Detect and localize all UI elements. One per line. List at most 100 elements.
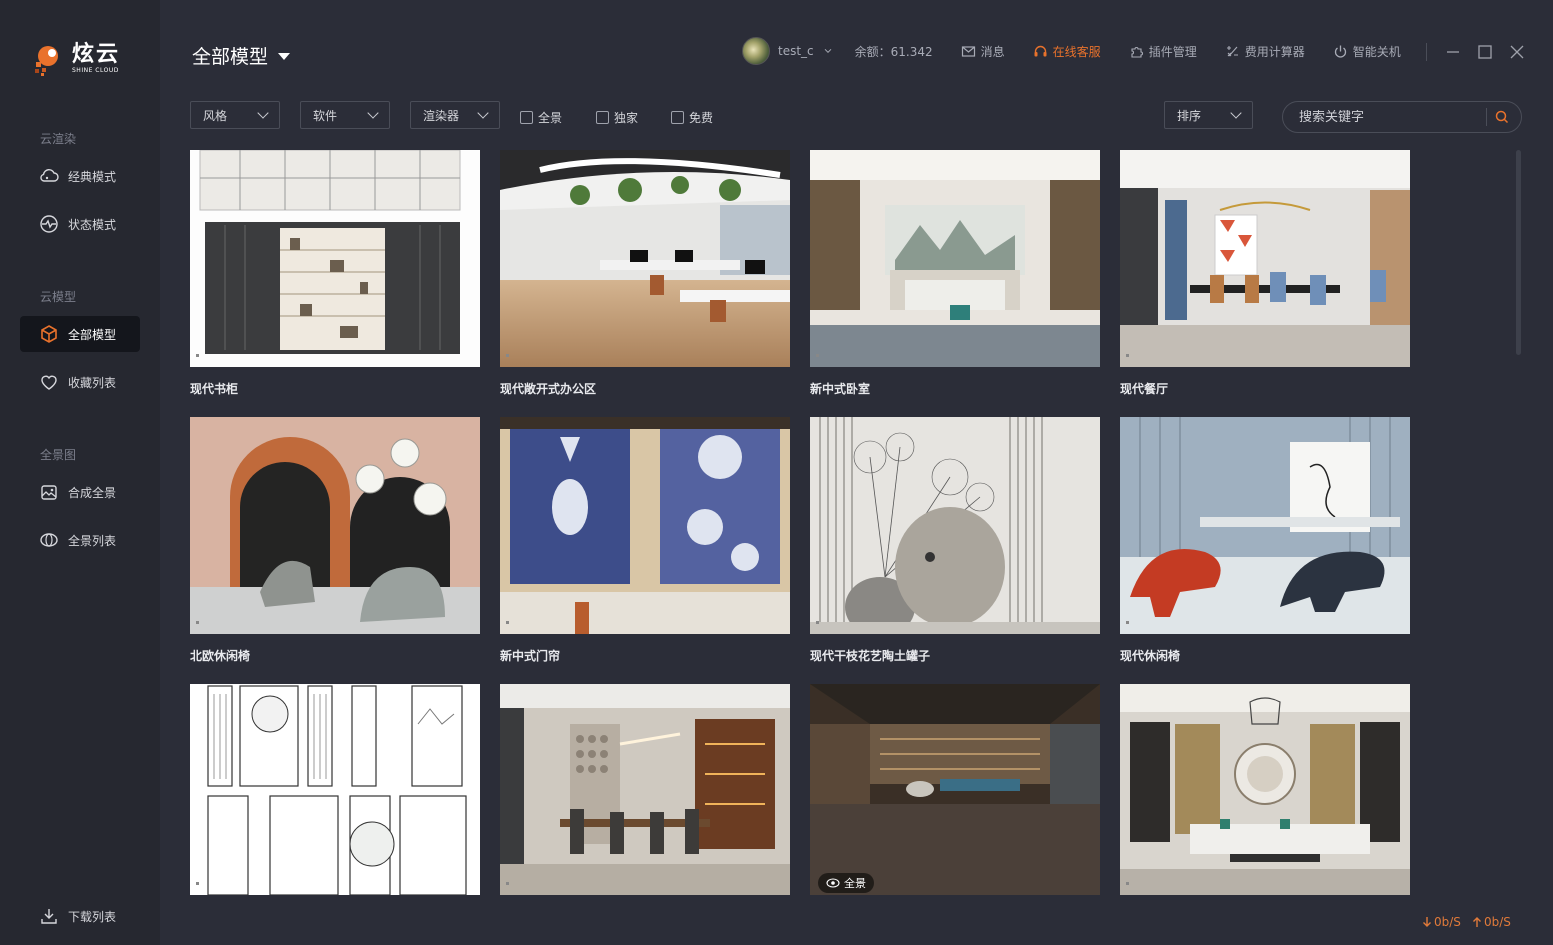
- online-support-button[interactable]: 在线客服: [1033, 43, 1101, 60]
- chevron-down-icon: [1230, 107, 1242, 119]
- logo: 炫云 SHINE CLOUD: [32, 40, 120, 78]
- chevron-down-icon: [367, 107, 379, 119]
- model-thumbnail[interactable]: [190, 684, 480, 895]
- username-dropdown[interactable]: test_c: [778, 44, 833, 58]
- model-thumbnail[interactable]: [810, 150, 1100, 367]
- cost-calculator-button[interactable]: 费用计算器: [1225, 43, 1305, 60]
- search-box: [1282, 101, 1522, 133]
- model-card[interactable]: 全景: [810, 684, 1100, 895]
- renderer-filter-dropdown[interactable]: 渲染器: [410, 101, 500, 129]
- model-thumbnail[interactable]: [190, 417, 480, 634]
- section-title-panorama: 全景图: [40, 448, 77, 462]
- sidebar-item-label: 收藏列表: [68, 375, 117, 390]
- plugins-label: 插件管理: [1148, 44, 1197, 59]
- download-speed-value: 0b/S: [1434, 915, 1461, 929]
- divider: [1426, 43, 1427, 61]
- model-card[interactable]: [1120, 684, 1410, 895]
- software-filter-dropdown[interactable]: 软件: [300, 101, 390, 129]
- thumbnail-marker: [506, 621, 509, 624]
- panorama-checkbox-label: 全景: [538, 111, 563, 125]
- model-card[interactable]: 新中式门帘: [500, 417, 790, 664]
- caret-down-icon: [278, 53, 291, 60]
- model-thumbnail[interactable]: [810, 417, 1100, 634]
- messages-button[interactable]: 消息: [961, 43, 1005, 60]
- panorama-eye-icon: [826, 878, 840, 888]
- support-label: 在线客服: [1052, 44, 1101, 59]
- style-filter-dropdown[interactable]: 风格: [190, 101, 280, 129]
- sidebar-item-status-mode[interactable]: 状态模式: [20, 206, 140, 242]
- model-card[interactable]: [190, 684, 480, 895]
- model-thumbnail[interactable]: 全景: [810, 684, 1100, 895]
- top-toolbar: test_c 余额：61.342 消息 在线客服 插件管理 费用计算器 智能关机: [742, 37, 1401, 65]
- smart-shutdown-button[interactable]: 智能关机: [1333, 43, 1401, 60]
- model-card[interactable]: 现代敞开式办公区: [500, 150, 790, 397]
- logo-icon: [32, 40, 68, 78]
- panorama-list-icon: [40, 533, 58, 547]
- model-thumbnail[interactable]: [1120, 684, 1410, 895]
- thumbnail-marker: [816, 621, 819, 624]
- model-thumbnail[interactable]: [1120, 417, 1410, 634]
- scrollbar-thumb[interactable]: [1516, 150, 1521, 355]
- model-card[interactable]: 新中式卧室: [810, 150, 1100, 397]
- sidebar-item-compose-panorama[interactable]: 合成全景: [20, 474, 140, 510]
- sidebar-item-panorama-list[interactable]: 全景列表: [20, 522, 140, 558]
- upload-speed: 0b/S: [1472, 915, 1511, 929]
- download-list-button[interactable]: 下载列表: [20, 898, 140, 934]
- thumbnail-marker: [196, 621, 199, 624]
- sidebar-item-favorites[interactable]: 收藏列表: [20, 364, 140, 400]
- model-card[interactable]: 现代书柜: [190, 150, 480, 397]
- sidebar-item-label: 状态模式: [68, 217, 117, 232]
- model-title: 新中式门帘: [500, 649, 561, 663]
- model-thumbnail[interactable]: [500, 150, 790, 367]
- model-card[interactable]: 现代干枝花艺陶土罐子: [810, 417, 1100, 664]
- model-card[interactable]: [500, 684, 790, 895]
- sidebar-item-all-models[interactable]: 全部模型: [20, 316, 140, 352]
- sidebar-item-label: 全景列表: [68, 533, 117, 548]
- model-thumbnail[interactable]: [500, 684, 790, 895]
- checkbox-box[interactable]: [596, 111, 609, 124]
- exclusive-checkbox[interactable]: 独家: [596, 109, 638, 126]
- model-thumbnail[interactable]: [500, 417, 790, 634]
- page-title-dropdown[interactable]: 全部模型: [192, 42, 291, 69]
- headset-icon: [1034, 45, 1047, 56]
- download-speed: 0b/S: [1422, 915, 1461, 929]
- model-thumbnail[interactable]: [190, 150, 480, 367]
- maximize-button[interactable]: [1475, 42, 1495, 62]
- model-card[interactable]: 现代餐厅: [1120, 150, 1410, 397]
- model-card[interactable]: 北欧休闲椅: [190, 417, 480, 664]
- arrow-up-icon: [1473, 917, 1481, 927]
- thumbnail-marker: [196, 354, 199, 357]
- minimize-button[interactable]: [1443, 42, 1463, 62]
- thumbnail-marker: [506, 882, 509, 885]
- sidebar: 炫云 SHINE CLOUD 云渲染 经典模式 状态模式 云模型 全部模型 收藏…: [0, 0, 160, 945]
- sidebar-item-classic-mode[interactable]: 经典模式: [20, 158, 140, 194]
- chevron-down-icon: [477, 107, 489, 119]
- upload-speed-value: 0b/S: [1484, 915, 1511, 929]
- style-filter-label: 风格: [203, 108, 228, 123]
- logo-text: 炫云: [72, 42, 121, 67]
- section-title-cloud-render: 云渲染: [40, 132, 77, 146]
- sort-dropdown[interactable]: 排序: [1164, 101, 1253, 129]
- free-checkbox[interactable]: 免费: [671, 109, 713, 126]
- thumbnail-marker: [506, 354, 509, 357]
- sidebar-item-label: 全部模型: [68, 327, 117, 342]
- model-thumbnail[interactable]: [1120, 150, 1410, 367]
- checkbox-box[interactable]: [520, 111, 533, 124]
- panorama-checkbox[interactable]: 全景: [520, 109, 562, 126]
- chevron-down-icon: [257, 107, 269, 119]
- model-card[interactable]: 现代休闲椅: [1120, 417, 1410, 664]
- search-input[interactable]: [1299, 109, 1478, 125]
- section-title-cloud-model: 云模型: [40, 290, 77, 304]
- checkbox-box[interactable]: [671, 111, 684, 124]
- calculator-icon: [1226, 45, 1238, 56]
- cube-icon: [41, 325, 57, 343]
- model-title: 现代干枝花艺陶土罐子: [810, 649, 931, 663]
- plugin-manager-button[interactable]: 插件管理: [1129, 43, 1197, 60]
- maximize-icon: [1478, 45, 1492, 59]
- divider: [1486, 108, 1487, 126]
- download-icon: [41, 909, 57, 924]
- avatar[interactable]: [742, 37, 770, 65]
- close-button[interactable]: [1507, 42, 1527, 62]
- app-window: 炫云 SHINE CLOUD 云渲染 经典模式 状态模式 云模型 全部模型 收藏…: [0, 0, 1553, 945]
- search-icon[interactable]: [1495, 110, 1509, 124]
